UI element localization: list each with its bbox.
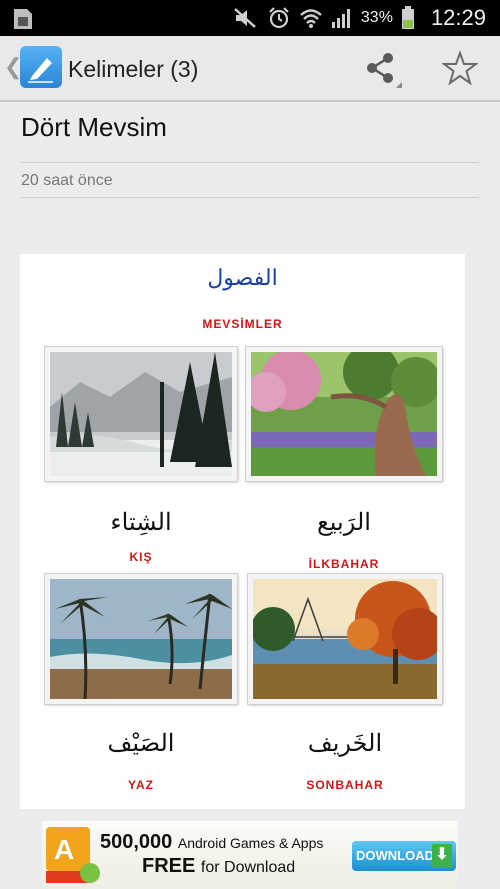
winter-photo bbox=[45, 347, 237, 481]
alarm-icon bbox=[269, 7, 289, 29]
ad-download-label: DOWNLOAD bbox=[356, 848, 434, 863]
ad-line-1: 500,000 Android Games & Apps bbox=[100, 831, 323, 854]
spring-photo bbox=[246, 347, 442, 481]
wifi-icon bbox=[300, 9, 322, 28]
content[interactable]: Dört Mevsim 20 saat önce الفصول MEVSİMLE… bbox=[0, 102, 500, 889]
star-icon[interactable] bbox=[442, 50, 478, 86]
market-logo-icon: A bbox=[46, 827, 100, 883]
battery-icon bbox=[401, 6, 414, 29]
sim-icon bbox=[14, 9, 32, 29]
share-icon[interactable] bbox=[362, 50, 402, 90]
status-bar: 33% 12:29 bbox=[0, 0, 500, 36]
action-bar: ❮ Kelimeler (3) bbox=[0, 36, 500, 102]
clock: 12:29 bbox=[430, 5, 486, 30]
signal-icon bbox=[331, 9, 350, 28]
autumn-photo bbox=[248, 574, 442, 704]
seasons-poster: الفصول MEVSİMLER الشِتاء الرَبيع KIŞ İLK… bbox=[20, 254, 465, 809]
ad-count: 500,000 bbox=[100, 831, 173, 853]
season-summer-arabic: الصَيْف bbox=[107, 729, 175, 757]
ad-download-button[interactable]: DOWNLOAD ⬇ bbox=[352, 841, 456, 871]
battery-percent: 33% bbox=[360, 9, 393, 26]
season-summer-label: YAZ bbox=[128, 778, 154, 792]
post-time: 20 saat önce bbox=[21, 172, 113, 189]
season-spring-label: İLKBAHAR bbox=[308, 557, 380, 571]
season-autumn-label: SONBAHAR bbox=[306, 778, 384, 792]
ad-line-2: FREE for Download bbox=[142, 855, 295, 878]
poster-heading: MEVSİMLER bbox=[202, 317, 283, 331]
ad-line-1-text: Android Games & Apps bbox=[177, 835, 324, 851]
app-icon[interactable] bbox=[20, 46, 62, 88]
season-winter-label: KIŞ bbox=[129, 550, 153, 564]
summer-photo bbox=[45, 574, 237, 704]
poster-heading-arabic: الفصول bbox=[207, 266, 278, 291]
download-arrow-icon: ⬇ bbox=[432, 844, 452, 868]
ad-free: FREE bbox=[142, 855, 196, 877]
mute-icon bbox=[234, 8, 256, 28]
ad-banner[interactable]: A 500,000 Android Games & Apps FREE for … bbox=[42, 821, 458, 889]
season-autumn-arabic: الخَريف bbox=[307, 729, 383, 757]
page-title: Kelimeler (3) bbox=[68, 56, 199, 82]
ad-line-2-text: for Download bbox=[200, 859, 296, 876]
post-title: Dört Mevsim bbox=[21, 112, 167, 142]
divider bbox=[21, 197, 479, 198]
season-winter-arabic: الشِتاء bbox=[110, 508, 172, 536]
season-spring-arabic: الرَبيع bbox=[317, 508, 371, 536]
svg-text:A: A bbox=[54, 834, 74, 865]
divider bbox=[21, 162, 479, 163]
